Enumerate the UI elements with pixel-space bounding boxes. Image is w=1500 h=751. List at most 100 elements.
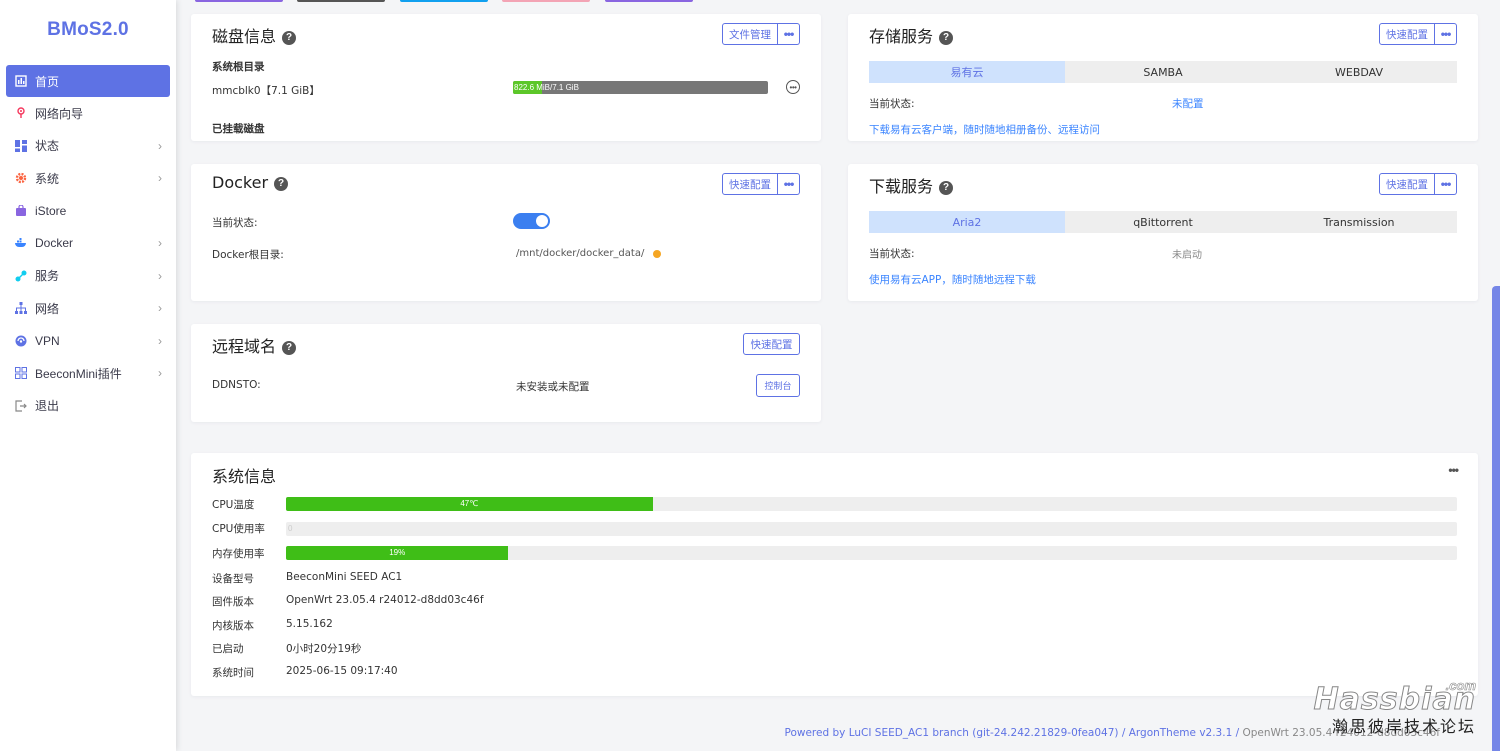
status-label: 当前状态: — [869, 248, 915, 260]
quick-config-button[interactable]: 快速配置 — [1379, 173, 1435, 195]
help-icon[interactable]: ? — [282, 340, 297, 355]
card-title: 下载服务? — [869, 173, 954, 197]
docker-card: Docker? 快速配置 ••• 当前状态: Docker根目录: /mnt/d… — [191, 164, 821, 301]
tab-qbittorrent[interactable]: qBittorrent — [1065, 211, 1261, 233]
device-model-label: 设备型号 — [212, 573, 254, 585]
sidebar-item-label: BeeconMini插件 — [35, 366, 122, 381]
network-wizard-icon — [15, 107, 27, 119]
chevron-right-icon: › — [158, 301, 162, 316]
sidebar-item-home[interactable]: 首页 — [6, 65, 170, 97]
memory-usage-label: 内存使用率 — [212, 548, 265, 560]
tab-samba[interactable]: SAMBA — [1065, 61, 1261, 83]
more-menu-button[interactable]: ••• — [1435, 173, 1457, 195]
sidebar-item-system[interactable]: 系统 › — [0, 162, 176, 195]
quick-config-button[interactable]: 快速配置 — [743, 333, 800, 355]
app-logo[interactable]: BMoS2.0 — [0, 0, 176, 60]
disk-usage-text: 822.6 MiB/7.1 GiB — [514, 83, 579, 92]
sitemap-icon — [15, 302, 27, 315]
file-manager-button[interactable]: 文件管理 — [722, 23, 778, 45]
more-icon[interactable]: ••• — [1448, 463, 1459, 477]
watermark: Hassbian .com 瀚思彼岸技术论坛 — [1313, 678, 1476, 737]
quick-config-button[interactable]: 快速配置 — [722, 173, 778, 195]
sidebar-item-istore[interactable]: iStore — [0, 195, 176, 228]
vpn-icon — [15, 335, 27, 347]
docker-title: Docker — [212, 173, 269, 192]
store-icon — [15, 204, 27, 217]
console-button[interactable]: 控制台 — [756, 374, 800, 397]
tab-yiyouyun[interactable]: 易有云 — [869, 61, 1065, 83]
sidebar-item-label: 退出 — [35, 399, 60, 414]
cpu-temp-label: CPU温度 — [212, 499, 255, 511]
sidebar-item-label: 网络 — [35, 301, 60, 316]
remote-download-link[interactable]: 使用易有云APP，随时随地远程下载 — [869, 272, 1036, 287]
uptime-value: 0小时20分19秒 — [286, 643, 362, 655]
warning-icon[interactable] — [653, 250, 661, 258]
storage-status-value[interactable]: 未配置 — [1172, 96, 1204, 111]
download-service-card: 下载服务? 快速配置 ••• Aria2 qBittorrent Transmi… — [848, 164, 1478, 301]
sidebar-item-label: 网络向导 — [35, 106, 84, 121]
help-icon[interactable]: ? — [939, 180, 954, 195]
chevron-right-icon: › — [158, 236, 162, 251]
cpu-usage-text: 0 — [288, 524, 293, 533]
sidebar-item-status[interactable]: 状态 › — [0, 130, 176, 163]
card-title: Docker? — [212, 173, 289, 192]
top-tab-stub — [195, 0, 283, 2]
footer-text[interactable]: Powered by LuCI SEED_AC1 branch (git-24.… — [785, 727, 1243, 739]
scrollbar[interactable] — [1492, 286, 1500, 751]
card-title: 远程域名? — [212, 333, 297, 357]
tab-transmission[interactable]: Transmission — [1261, 211, 1457, 233]
sidebar-item-network[interactable]: 网络 › — [0, 292, 176, 325]
docker-root-label: Docker根目录: — [212, 249, 284, 261]
top-tab-stub — [605, 0, 693, 2]
services-icon — [15, 270, 27, 282]
download-client-link[interactable]: 下载易有云客户端，随时随地相册备份、远程访问 — [869, 122, 1100, 137]
kernel-label: 内核版本 — [212, 620, 254, 632]
cpu-temp-bar: 47℃ — [286, 497, 1457, 511]
sidebar-item-network-wizard[interactable]: 网络向导 — [0, 97, 176, 130]
system-time-value: 2025-06-15 09:17:40 — [286, 665, 398, 677]
firmware-label: 固件版本 — [212, 596, 254, 608]
sidebar-item-logout[interactable]: 退出 — [0, 390, 176, 423]
docker-toggle[interactable] — [513, 213, 550, 229]
more-menu-button[interactable]: ••• — [778, 23, 800, 45]
plugin-icon — [15, 367, 27, 380]
help-icon[interactable]: ? — [939, 30, 954, 45]
storage-tabs: 易有云 SAMBA WEBDAV — [869, 61, 1457, 83]
help-icon[interactable]: ? — [282, 30, 297, 45]
watermark-com: .com — [1445, 678, 1476, 694]
sidebar-item-vpn[interactable]: VPN › — [0, 325, 176, 358]
more-menu-button[interactable]: ••• — [778, 173, 800, 195]
tab-aria2[interactable]: Aria2 — [869, 211, 1065, 233]
storage-title: 存储服务 — [869, 27, 934, 46]
cpu-temp-fill: 47℃ — [286, 497, 653, 511]
docker-icon — [15, 237, 27, 249]
remote-domain-card: 远程域名? 快速配置 DDNSTO: 未安装或未配置 控制台 — [191, 324, 821, 422]
chevron-right-icon: › — [158, 366, 162, 381]
sidebar-item-label: 首页 — [35, 74, 60, 89]
memory-usage-fill: 19% — [286, 546, 509, 560]
ddnsto-label: DDNSTO: — [212, 379, 261, 391]
sidebar-item-label: 状态 — [35, 139, 60, 154]
storage-service-card: 存储服务? 快速配置 ••• 易有云 SAMBA WEBDAV 当前状态: 未配… — [848, 14, 1478, 141]
root-dir-label: 系统根目录 — [212, 61, 265, 73]
gear-icon — [15, 172, 27, 184]
system-info-card: 系统信息 ••• CPU温度 47℃ CPU使用率 0 内存使用率 19% 设备… — [191, 453, 1478, 696]
sidebar-item-docker[interactable]: Docker › — [0, 227, 176, 260]
sidebar-item-beeconmini-plugins[interactable]: BeeconMini插件 › — [0, 357, 176, 390]
logout-icon — [15, 400, 27, 412]
cpu-usage-label: CPU使用率 — [212, 523, 265, 535]
sidebar-item-services[interactable]: 服务 › — [0, 260, 176, 293]
quick-config-button[interactable]: 快速配置 — [1379, 23, 1435, 45]
help-icon[interactable]: ? — [274, 176, 289, 191]
top-tab-stub — [400, 0, 488, 2]
status-label: 当前状态: — [212, 217, 258, 229]
tab-webdav[interactable]: WEBDAV — [1261, 61, 1457, 83]
sidebar-item-label: 系统 — [35, 171, 60, 186]
firmware-value: OpenWrt 23.05.4 r24012-d8dd03c46f — [286, 594, 484, 606]
ddns-title: 远程域名 — [212, 337, 277, 356]
disk-title: 磁盘信息 — [212, 27, 277, 46]
sidebar: BMoS2.0 首页 网络向导 状态 › 系统 › iStore Docker … — [0, 0, 176, 751]
more-menu-button[interactable]: ••• — [1435, 23, 1457, 45]
download-tabs: Aria2 qBittorrent Transmission — [869, 211, 1457, 233]
disk-options-icon[interactable]: ••• — [786, 80, 800, 94]
